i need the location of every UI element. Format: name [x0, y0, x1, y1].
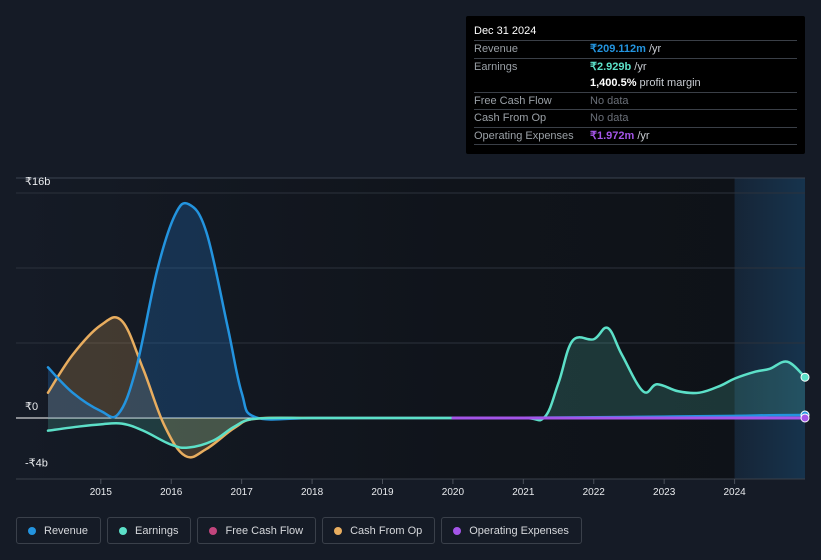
tooltip-row: Revenue ₹209.112m /yr: [474, 40, 797, 58]
tooltip-row: Operating Expenses ₹1.972m /yr: [474, 126, 797, 145]
y-tick-label: ₹0: [25, 401, 38, 413]
x-tick-label: 2020: [442, 487, 465, 498]
x-tick-label: 2022: [583, 487, 606, 498]
legend-item-earnings[interactable]: Earnings: [107, 517, 192, 544]
x-tick-label: 2023: [653, 487, 676, 498]
legend-label: Operating Expenses: [469, 524, 569, 537]
tooltip-row: Free Cash Flow No data: [474, 91, 797, 110]
tooltip-row: Cash From Op No data: [474, 109, 797, 127]
legend-label: Cash From Op: [350, 524, 423, 537]
tooltip-row-value: No data: [590, 94, 629, 107]
legend-label: Free Cash Flow: [225, 524, 304, 537]
plot-background: [16, 178, 805, 479]
x-tick-label: 2016: [160, 487, 183, 498]
legend: Revenue Earnings Free Cash Flow Cash From O…: [16, 517, 582, 544]
legend-item-revenue[interactable]: Revenue: [16, 517, 102, 544]
tooltip-row-value: ₹2.929b /yr: [590, 60, 647, 73]
tooltip-row-value: 1,400.5% profit margin: [590, 77, 701, 89]
tooltip-row: Earnings ₹2.929b /yr: [474, 57, 797, 76]
legend-dot-icon: [119, 526, 128, 535]
x-tick-label: 2021: [512, 487, 535, 498]
tooltip: Dec 31 2024 Revenue ₹209.112m /yr Earnings…: [466, 16, 805, 154]
forecast-shade: [734, 178, 805, 479]
legend-dot-icon: [334, 526, 343, 535]
tooltip-row-label: Cash From Op: [474, 112, 547, 124]
x-tick-label: 2015: [90, 487, 113, 498]
legend-item-operating-expenses[interactable]: Operating Expenses: [441, 517, 582, 544]
y-tick-label: ₹16b: [25, 176, 50, 188]
x-tick-label: 2019: [371, 487, 394, 498]
tooltip-date: Dec 31 2024: [474, 25, 537, 37]
tooltip-row-label: Earnings: [474, 60, 518, 73]
legend-label: Revenue: [44, 524, 89, 537]
legend-label: Earnings: [135, 524, 179, 537]
tooltip-row-value: No data: [590, 112, 629, 124]
tooltip-row: 1,400.5% profit margin: [474, 75, 797, 92]
legend-dot-icon: [28, 526, 36, 535]
x-tick-label: 2024: [723, 487, 746, 498]
legend-dot-icon: [209, 526, 218, 535]
legend-item-cash-from-op[interactable]: Cash From Op: [322, 517, 436, 544]
tooltip-row-label: Revenue: [474, 43, 519, 55]
tooltip-row-value: ₹1.972m /yr: [590, 129, 650, 142]
legend-dot-icon: [453, 526, 462, 535]
endpoint-earnings: [800, 372, 810, 382]
y-tick-label: -₹4b: [25, 457, 48, 469]
x-tick-label: 2018: [301, 487, 324, 498]
tooltip-row-label: Operating Expenses: [474, 129, 574, 142]
endpoint-operating-expenses: [800, 413, 810, 423]
tooltip-row-label: Free Cash Flow: [474, 94, 552, 107]
x-tick-label: 2017: [231, 487, 254, 498]
tooltip-row-value: ₹209.112m /yr: [590, 43, 662, 55]
legend-item-free-cash-flow[interactable]: Free Cash Flow: [197, 517, 317, 544]
tooltip-row-label: [474, 75, 590, 92]
